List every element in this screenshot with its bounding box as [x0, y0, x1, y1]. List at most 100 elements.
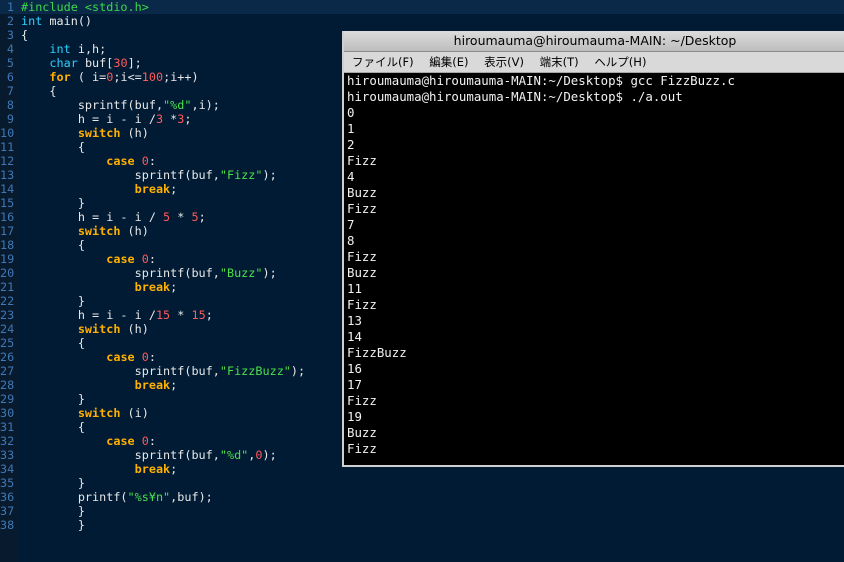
terminal-line: Fizz [347, 201, 377, 216]
line-number: 36 [0, 490, 15, 504]
code-text: { [21, 336, 85, 350]
line-number: 27 [0, 364, 15, 378]
terminal-line: Fizz [347, 393, 377, 408]
code-text: { [21, 28, 29, 42]
code-text: for ( i=0;i<=100;i++) [49, 70, 199, 84]
line-number: 1 [6, 0, 14, 14]
code-text: } [21, 518, 85, 532]
line-number: 12 [0, 154, 15, 168]
line-number: 23 [0, 308, 15, 322]
terminal-line: 16 [347, 361, 362, 376]
code-text: switch (h) [77, 126, 149, 140]
line-number: 5 [6, 56, 14, 70]
terminal-window[interactable]: hiroumauma@hiroumauma-MAIN: ~/Desktop ファ… [342, 31, 844, 467]
terminal-line: 2 [347, 137, 355, 152]
code-text: { [21, 84, 57, 98]
code-text: case 0: [106, 350, 156, 364]
code-text: sprintf(buf,"%d",i); [21, 98, 220, 112]
terminal-line: hiroumauma@hiroumauma-MAIN:~/Desktop$ ./… [347, 89, 683, 104]
terminal-line: Buzz [347, 185, 377, 200]
line-number: 16 [0, 210, 15, 224]
code-text: sprintf(buf,"%d",0); [21, 448, 277, 462]
line-number: 11 [0, 140, 15, 154]
terminal-line: 19 [347, 409, 362, 424]
line-number: 22 [0, 294, 15, 308]
code-text: switch (i) [77, 406, 149, 420]
menu-help[interactable]: ヘルプ(H) [594, 52, 646, 72]
code-text: sprintf(buf,"Buzz"); [21, 266, 277, 280]
code-text: h = i - i /3 *3; [21, 112, 192, 126]
code-line[interactable]: 1 #include <stdio.h> [0, 0, 844, 14]
menu-edit[interactable]: 編集(E) [429, 52, 468, 72]
code-text: } [21, 196, 85, 210]
terminal-line: 13 [347, 313, 362, 328]
terminal-line: 7 [347, 217, 355, 232]
terminal-titlebar[interactable]: hiroumauma@hiroumauma-MAIN: ~/Desktop [344, 31, 844, 52]
terminal-line: 0 [347, 105, 355, 120]
code-text: printf("%s¥n",buf); [21, 490, 213, 504]
code-text: { [21, 420, 85, 434]
code-text: int i,h; [49, 42, 107, 56]
line-number: 31 [0, 420, 15, 434]
code-text: break; [134, 378, 178, 392]
code-text: int main() [21, 14, 93, 28]
code-text: switch (h) [77, 322, 149, 336]
code-text: { [21, 238, 85, 252]
terminal-title: hiroumauma@hiroumauma-MAIN: ~/Desktop [453, 33, 737, 48]
code-text: char buf[30]; [49, 56, 142, 70]
terminal-line: Buzz [347, 425, 377, 440]
terminal-line: FizzBuzz [347, 345, 407, 360]
line-number: 35 [0, 476, 15, 490]
terminal-output[interactable]: hiroumauma@hiroumauma-MAIN:~/Desktop$ gc… [344, 73, 844, 465]
terminal-line: 1 [347, 121, 355, 136]
menu-file[interactable]: ファイル(F) [352, 52, 414, 72]
code-text: switch (h) [77, 224, 149, 238]
terminal-line: Fizz [347, 297, 377, 312]
terminal-line: Fizz [347, 153, 377, 168]
line-number: 13 [0, 168, 15, 182]
code-text: } [21, 294, 85, 308]
terminal-menubar: ファイル(F) 編集(E) 表示(V) 端末(T) ヘルプ(H) [344, 52, 844, 73]
terminal-line: 11 [347, 281, 362, 296]
line-number: 19 [0, 252, 15, 266]
menu-terminal[interactable]: 端末(T) [540, 52, 579, 72]
line-number: 8 [6, 98, 14, 112]
line-number: 37 [0, 504, 15, 518]
terminal-line: Buzz [347, 265, 377, 280]
code-text: h = i - i / 5 * 5; [21, 210, 206, 224]
code-text: case 0: [106, 154, 156, 168]
line-number: 17 [0, 224, 15, 238]
line-number: 6 [6, 70, 14, 84]
line-number: 18 [0, 238, 15, 252]
code-text: } [21, 504, 85, 518]
line-number: 9 [6, 112, 14, 126]
code-text: case 0: [106, 252, 156, 266]
line-number: 7 [6, 84, 14, 98]
line-number: 25 [0, 336, 15, 350]
terminal-line: 17 [347, 377, 362, 392]
code-text: sprintf(buf,"FizzBuzz"); [21, 364, 306, 378]
line-number: 28 [0, 378, 15, 392]
line-number: 3 [6, 28, 14, 42]
line-number: 30 [0, 406, 15, 420]
code-text: } [21, 476, 85, 490]
terminal-line: 4 [347, 169, 355, 184]
terminal-line: 14 [347, 329, 362, 344]
line-number: 26 [0, 350, 15, 364]
line-number: 4 [6, 42, 14, 56]
line-number: 29 [0, 392, 15, 406]
line-number: 38 [0, 518, 15, 532]
code-text: break; [134, 462, 178, 476]
code-text: break; [134, 182, 178, 196]
code-text: h = i - i /15 * 15; [21, 308, 213, 322]
code-text: #include <stdio.h> [21, 0, 149, 14]
line-number: 24 [0, 322, 15, 336]
line-number: 15 [0, 196, 15, 210]
line-number: 20 [0, 266, 15, 280]
menu-view[interactable]: 表示(V) [484, 52, 524, 72]
line-number: 14 [0, 182, 15, 196]
terminal-line: hiroumauma@hiroumauma-MAIN:~/Desktop$ gc… [347, 73, 735, 88]
code-text: break; [134, 280, 178, 294]
code-text: case 0: [106, 434, 156, 448]
line-number: 34 [0, 462, 15, 476]
